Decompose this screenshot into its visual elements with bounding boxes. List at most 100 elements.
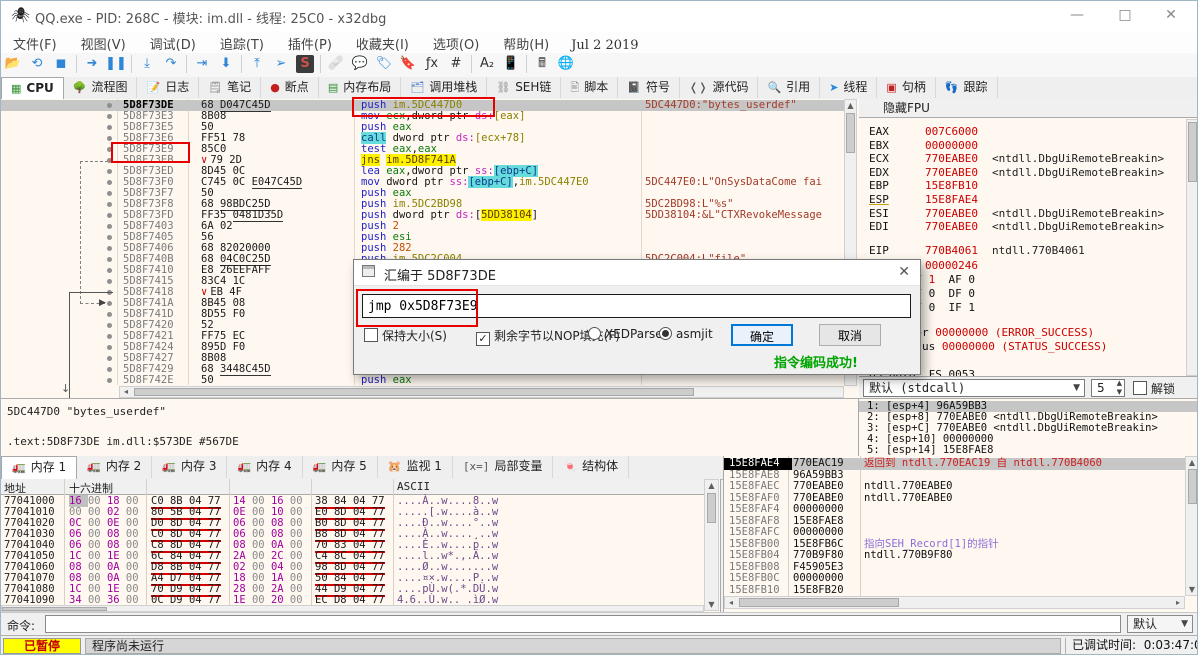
- register-row[interactable]: EDX 770EABE0 <ntdll.DbgUiRemoteBreakin>: [869, 166, 1189, 179]
- hash-icon[interactable]: #: [444, 53, 468, 75]
- breakpoint-gutter[interactable]: [1, 254, 119, 265]
- command-profile-select[interactable]: 默认 ▼: [1127, 615, 1193, 633]
- register-row[interactable]: EBP 15E8FB10: [869, 179, 1189, 192]
- execute-till-return-icon[interactable]: ⇥: [190, 53, 214, 75]
- breakpoint-dot-icon[interactable]: [107, 345, 112, 350]
- breakpoint-gutter[interactable]: [1, 243, 119, 254]
- scroll-thumb[interactable]: [1188, 469, 1197, 504]
- breakpoint-gutter[interactable]: [1, 276, 119, 287]
- tab-watch-1[interactable]: 🐹 监视 1: [378, 456, 453, 478]
- breakpoint-gutter[interactable]: [1, 342, 119, 353]
- breakpoint-gutter[interactable]: [1, 177, 119, 188]
- assembly-instruction-input[interactable]: [362, 294, 911, 318]
- disasm-horizontal-scrollbar[interactable]: ◂: [119, 386, 844, 398]
- breakpoint-dot-icon[interactable]: [107, 323, 112, 328]
- breakpoint-gutter[interactable]: [1, 353, 119, 364]
- tab-dump-1[interactable]: 🚛 内存 1: [1, 456, 78, 480]
- tab-dump-3[interactable]: 🚛 内存 3: [152, 456, 228, 478]
- keep-size-checkbox[interactable]: 保持大小(S): [364, 327, 447, 344]
- breakpoint-dot-icon[interactable]: [107, 114, 112, 119]
- breakpoint-dot-icon[interactable]: [107, 378, 112, 383]
- stop-icon[interactable]: ◼: [49, 53, 73, 75]
- tab-dump-4[interactable]: 🚛 内存 4: [227, 456, 303, 478]
- label-icon[interactable]: 🏷: [372, 53, 396, 75]
- tab-符号[interactable]: 📓 符号: [618, 77, 681, 98]
- breakpoint-dot-icon[interactable]: [107, 147, 112, 152]
- tab-调用堆栈[interactable]: 🗂 调用堆栈: [401, 77, 488, 98]
- stack-row[interactable]: 15E8FAEC 770EABE0 ntdll.770EABE0: [724, 480, 1185, 493]
- patch-icon[interactable]: 🩹: [324, 53, 348, 75]
- breakpoint-dot-icon[interactable]: [107, 334, 112, 339]
- tab-dump-5[interactable]: 🚛 内存 5: [303, 456, 378, 478]
- breakpoint-gutter[interactable]: [1, 188, 119, 199]
- tab-跟踪[interactable]: 👣 跟踪: [936, 77, 998, 98]
- breakpoint-gutter[interactable]: [1, 221, 119, 232]
- minimize-button[interactable]: —: [1055, 1, 1099, 30]
- tab-struct[interactable]: 🍬 结构体: [553, 456, 630, 478]
- breakpoint-dot-icon[interactable]: [107, 213, 112, 218]
- tab-句柄[interactable]: ▣ 句柄: [877, 77, 936, 98]
- calculator-icon[interactable]: 🖩: [530, 53, 554, 75]
- arg-depth-stepper[interactable]: 5 ▲ ▼: [1091, 379, 1125, 397]
- dialog-title-bar[interactable]: 汇编于 5D8F73DE ✕: [354, 260, 920, 286]
- scroll-up-icon[interactable]: ▲: [705, 480, 718, 491]
- breakpoint-gutter[interactable]: [1, 232, 119, 243]
- breakpoint-dot-icon[interactable]: [107, 356, 112, 361]
- register-row[interactable]: EDI 770EABE0 <ntdll.DbgUiRemoteBreakin>: [869, 220, 1189, 233]
- scroll-thumb[interactable]: [134, 388, 694, 396]
- step-into-icon[interactable]: ⤓: [135, 53, 159, 75]
- pause-icon[interactable]: ❚❚: [104, 53, 128, 75]
- asmjit-radio[interactable]: asmjit: [659, 327, 713, 341]
- tab-seh链[interactable]: ⛓ SEH链: [487, 77, 562, 98]
- function-icon[interactable]: ƒx: [420, 53, 444, 75]
- unlock-checkbox[interactable]: 解锁: [1133, 380, 1175, 397]
- run-icon[interactable]: ➜: [80, 53, 104, 75]
- scroll-thumb[interactable]: [2, 607, 107, 611]
- register-row[interactable]: EIP 770B4061 ntdll.770B4061: [869, 244, 1189, 257]
- breakpoint-gutter[interactable]: [1, 265, 119, 276]
- scroll-left-icon[interactable]: ◂: [725, 597, 737, 608]
- tab-引用[interactable]: 🔍 引用: [758, 77, 821, 98]
- hide-fpu-button[interactable]: 隐藏FPU: [859, 99, 1197, 118]
- scroll-left-icon[interactable]: ◂: [120, 387, 132, 397]
- tab-dump-2[interactable]: 🚛 内存 2: [77, 456, 153, 478]
- breakpoint-gutter[interactable]: [1, 122, 119, 133]
- breakpoint-dot-icon[interactable]: [107, 136, 112, 141]
- breakpoint-gutter[interactable]: [1, 375, 119, 386]
- registers-vertical-scrollbar[interactable]: [1186, 119, 1197, 376]
- disasm-row[interactable]: 5D8F742E 50 push eax: [1, 375, 844, 386]
- ok-button[interactable]: 确定: [731, 324, 793, 346]
- maximize-button[interactable]: □: [1103, 1, 1147, 30]
- scroll-up-icon[interactable]: ▲: [1186, 457, 1197, 468]
- scroll-thumb[interactable]: [846, 113, 855, 153]
- breakpoint-gutter[interactable]: [1, 309, 119, 320]
- assist-icon[interactable]: 📱: [499, 53, 523, 75]
- breakpoint-gutter[interactable]: [1, 133, 119, 144]
- restart-icon[interactable]: ⟲: [25, 53, 49, 75]
- tab-线程[interactable]: ➤ 线程: [820, 77, 878, 98]
- breakpoint-gutter[interactable]: [1, 210, 119, 221]
- bookmark-icon[interactable]: 🔖: [396, 53, 420, 75]
- breakpoint-gutter[interactable]: [1, 166, 119, 177]
- breakpoint-dot-icon[interactable]: [107, 246, 112, 251]
- breakpoint-dot-icon[interactable]: [107, 257, 112, 262]
- scroll-down-icon[interactable]: ▼: [1186, 584, 1197, 595]
- tab-断点[interactable]: ● 断点: [261, 77, 319, 98]
- scroll-thumb[interactable]: [1188, 122, 1197, 182]
- stack-row[interactable]: 15E8FB0C 00000000: [724, 572, 1185, 585]
- breakpoint-dot-icon[interactable]: [107, 224, 112, 229]
- breakpoint-dot-icon[interactable]: [107, 235, 112, 240]
- breakpoint-gutter[interactable]: [1, 331, 119, 342]
- stack-horizontal-scrollbar[interactable]: ◂ ▸: [724, 596, 1185, 609]
- register-row[interactable]: EAX 007C6000: [869, 125, 1189, 138]
- instruction-address[interactable]: 5D8F742E: [123, 375, 174, 386]
- step-out-icon[interactable]: ⬇: [214, 53, 238, 75]
- stack-row[interactable]: 15E8FAFC 00000000: [724, 526, 1185, 539]
- text-case-icon[interactable]: A₂: [475, 53, 499, 75]
- scroll-up-icon[interactable]: ▲: [845, 100, 856, 111]
- tab-cpu[interactable]: ▦ CPU: [1, 77, 64, 100]
- stack-vertical-scrollbar[interactable]: ▲ ▼: [1185, 456, 1197, 596]
- calling-convention-select[interactable]: 默认 (stdcall) ▼: [863, 379, 1085, 397]
- cancel-button[interactable]: 取消: [819, 324, 881, 346]
- run-to-user-code-icon[interactable]: ➢: [269, 53, 293, 75]
